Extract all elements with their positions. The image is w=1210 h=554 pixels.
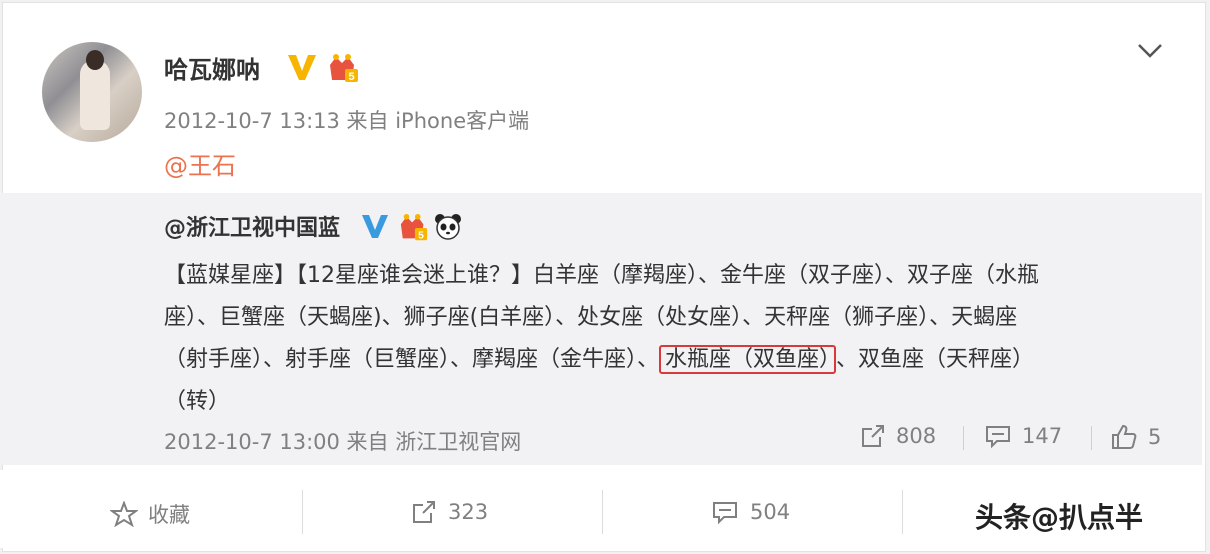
comment-count: 504 xyxy=(750,500,791,524)
repost-repost-button[interactable]: 808 xyxy=(860,423,936,449)
repost-text-line: 【蓝媒星座】【12星座谁会迷上谁？】白羊座（摩羯座）、金牛座（双子座）、双子座（… xyxy=(164,263,1039,288)
highlighted-phrase: 水瓶座（双鱼座） xyxy=(659,345,837,374)
author-name[interactable]: 哈瓦娜呐 xyxy=(164,50,260,85)
divider xyxy=(602,490,603,534)
comment-count: 147 xyxy=(1022,424,1063,448)
comment-icon xyxy=(713,502,737,525)
repost-count: 323 xyxy=(448,500,489,524)
divider xyxy=(963,426,964,450)
avatar-figure xyxy=(80,60,110,130)
divider xyxy=(1091,426,1092,450)
like-count: 5 xyxy=(1148,425,1162,449)
favorite-label: 收藏 xyxy=(148,503,190,527)
repost-count: 808 xyxy=(896,424,937,448)
repost-comment-button[interactable]: 147 xyxy=(984,423,1062,449)
star-icon xyxy=(110,501,138,527)
divider xyxy=(902,490,903,534)
watermark: 头条@扒点半 xyxy=(975,501,1144,534)
post-meta: 2012-10-7 13:13 来自 iPhone客户端 xyxy=(164,109,530,133)
comment-icon xyxy=(986,426,1010,449)
verified-v-blue-icon xyxy=(362,215,388,238)
share-icon xyxy=(862,425,884,447)
thumbs-up-icon xyxy=(1112,424,1137,449)
repost-button[interactable]: 323 xyxy=(410,499,488,525)
author-avatar[interactable] xyxy=(42,42,142,142)
panda-icon xyxy=(435,214,461,240)
mention-link[interactable]: @王石 xyxy=(164,146,236,181)
repost-text-line: （射手座）、射手座（巨蟹座）、摩羯座（金牛座）、 水瓶座（双鱼座） 、双鱼座（天秤座… xyxy=(164,339,1164,381)
repost-meta: 2012-10-7 13:00 来自 浙江卫视官网 xyxy=(164,430,522,454)
svg-text:5: 5 xyxy=(418,230,424,241)
repost-text-line: 座）、巨蟹座（天蝎座)、狮子座(白羊座）、处女座（处女座）、天秤座（狮子座）、天… xyxy=(164,305,1018,330)
repost-author[interactable]: @浙江卫视中国蓝 xyxy=(164,210,340,242)
chevron-down-icon[interactable] xyxy=(1136,42,1164,60)
vip-crown-icon: 5 xyxy=(400,213,428,241)
svg-text:5: 5 xyxy=(348,71,354,83)
repost-text-segment: 、双鱼座（天秤座） xyxy=(836,347,1035,372)
repost-text-line: （转） xyxy=(164,389,231,414)
repost-text: 【蓝媒星座】【12星座谁会迷上谁？】白羊座（摩羯座）、金牛座（双子座）、双子座（… xyxy=(164,255,1164,423)
favorite-button[interactable]: 收藏 xyxy=(110,499,190,529)
divider xyxy=(302,490,303,534)
share-icon xyxy=(413,501,435,523)
comment-button[interactable]: 504 xyxy=(710,499,790,525)
avatar-head xyxy=(86,50,104,70)
vip-crown-icon: 5 xyxy=(330,54,358,83)
repost-text-segment: （射手座）、射手座（巨蟹座）、摩羯座（金牛座）、 xyxy=(164,347,660,372)
verified-v-icon xyxy=(288,55,316,80)
repost-like-button[interactable]: 5 xyxy=(1110,423,1161,451)
